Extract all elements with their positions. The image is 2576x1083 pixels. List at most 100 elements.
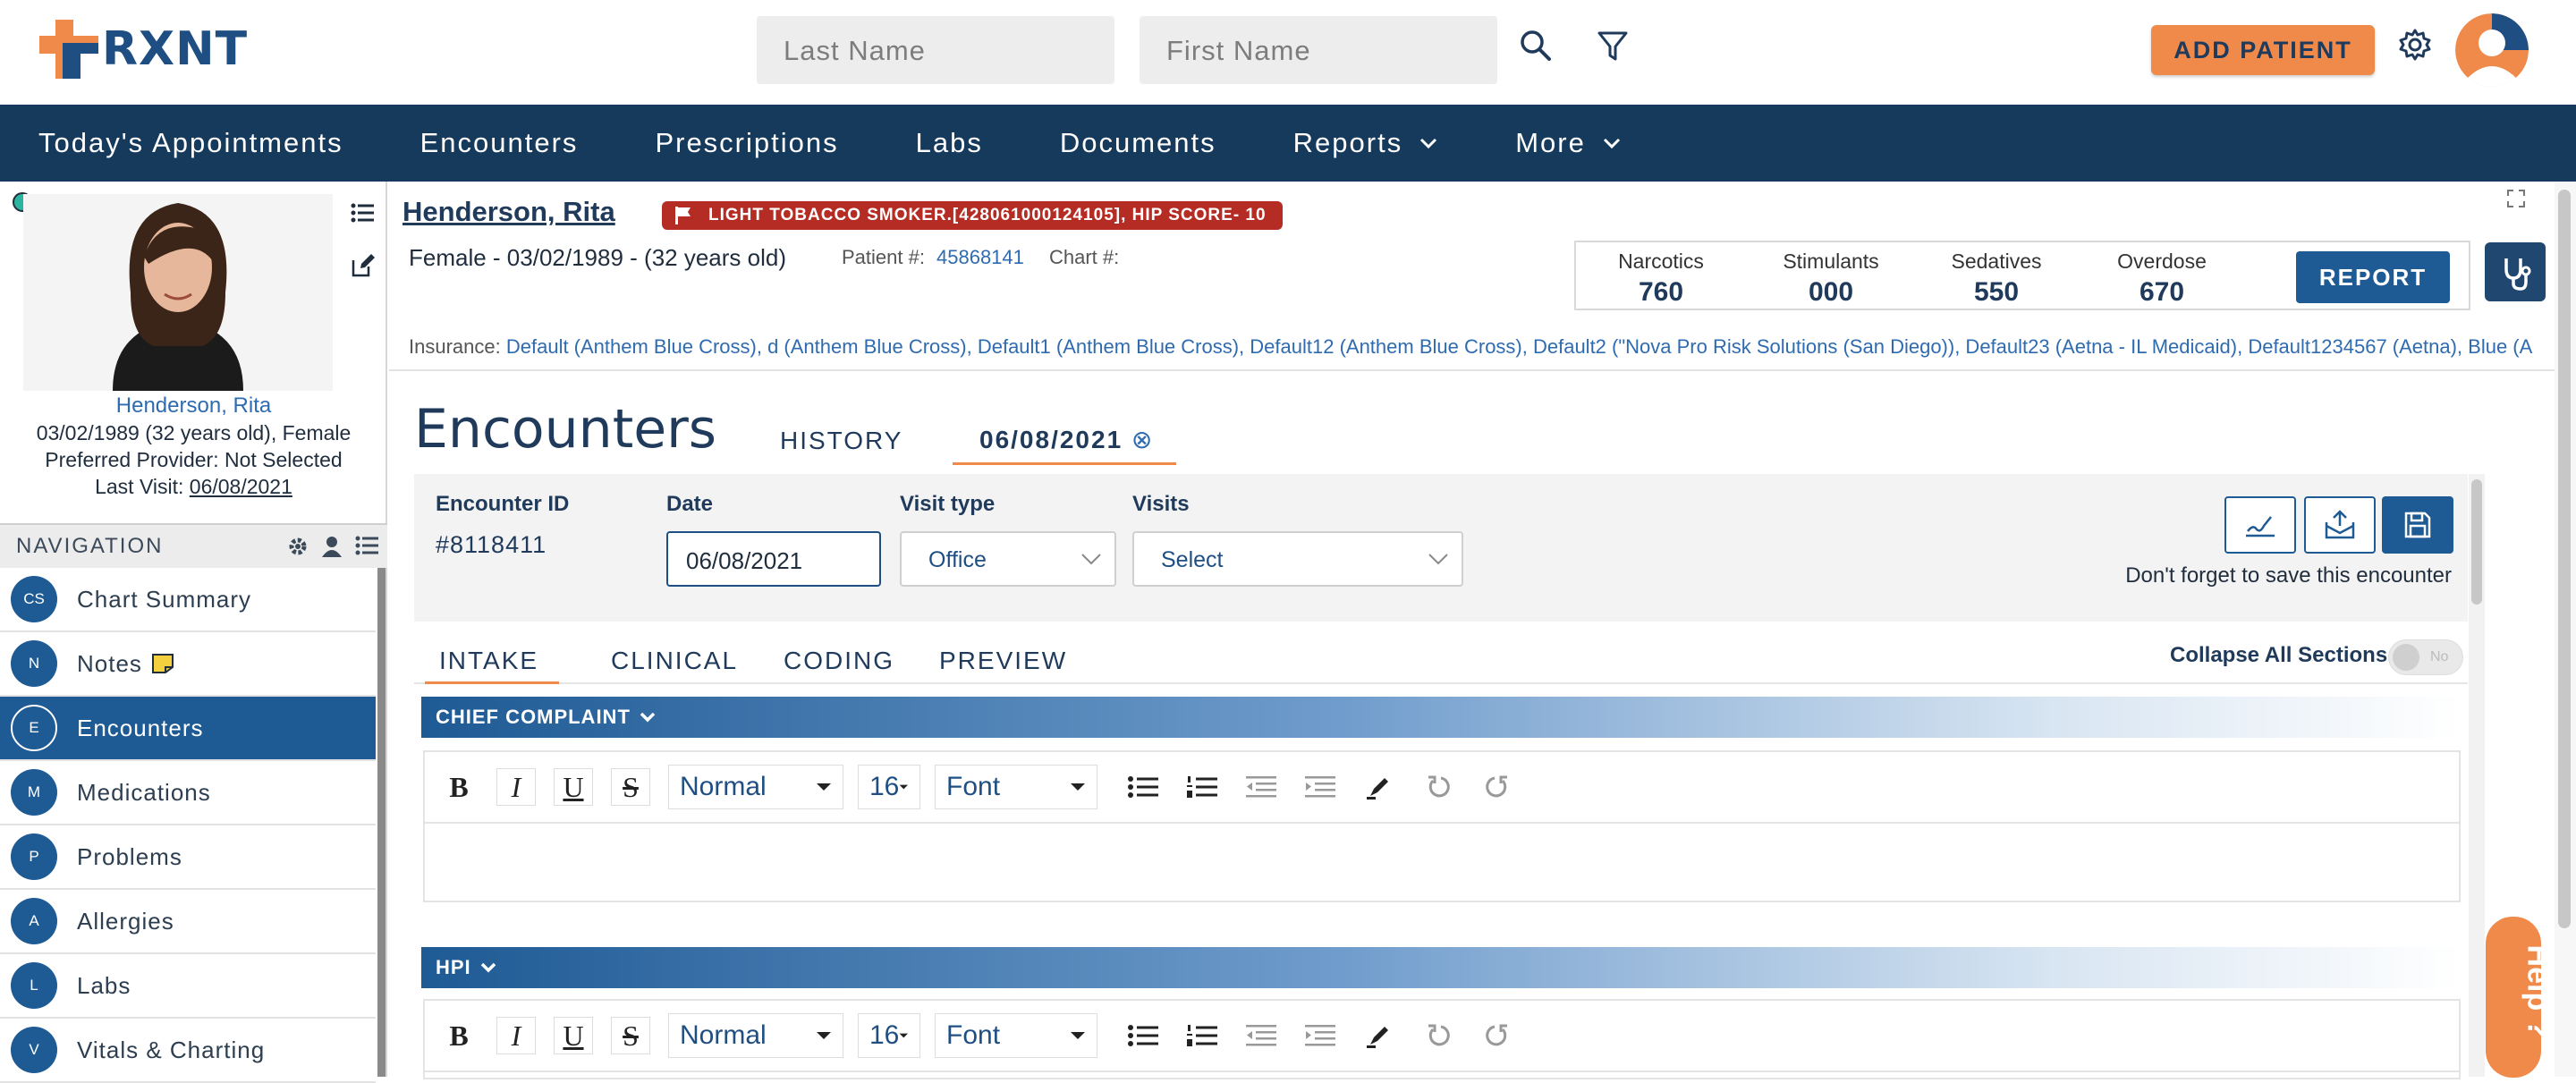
bold-button[interactable]: B bbox=[439, 1017, 479, 1054]
user-avatar[interactable] bbox=[2455, 13, 2529, 87]
sidebar-item-chart-summary[interactable]: CS Chart Summary bbox=[0, 568, 376, 632]
style-value: Normal bbox=[680, 772, 767, 801]
gear-icon[interactable] bbox=[287, 536, 309, 557]
nav-reports[interactable]: Reports bbox=[1293, 127, 1439, 159]
underline-button[interactable]: U bbox=[554, 768, 593, 806]
date-input[interactable]: 06/08/2021 bbox=[666, 531, 881, 587]
undo-icon[interactable] bbox=[1418, 1017, 1459, 1054]
bullet-list-icon[interactable] bbox=[1123, 1017, 1164, 1054]
main-navigation: Today's Appointments Encounters Prescrip… bbox=[0, 105, 2576, 182]
insurance-value[interactable]: Default (Anthem Blue Cross), d (Anthem B… bbox=[506, 335, 2532, 358]
text-color-icon[interactable] bbox=[1359, 768, 1400, 806]
font-size-select[interactable]: 16 bbox=[858, 765, 920, 809]
encounter-content: Encounters HISTORY 06/08/2021 ⊗ Encounte… bbox=[389, 371, 2545, 1079]
content-scrollbar-thumb[interactable] bbox=[2471, 479, 2482, 605]
pdmp-label: Stimulants bbox=[1783, 250, 1879, 273]
list-view-icon[interactable] bbox=[351, 203, 374, 223]
font-select[interactable]: Font bbox=[935, 1013, 1097, 1058]
help-button[interactable]: Help ? bbox=[2486, 917, 2555, 1078]
strikethrough-button[interactable]: S bbox=[611, 1017, 650, 1054]
font-size-select[interactable]: 16 bbox=[858, 1013, 920, 1058]
edit-icon[interactable] bbox=[351, 253, 376, 278]
nav-encounters[interactable]: Encounters bbox=[420, 127, 579, 159]
save-button[interactable] bbox=[2382, 496, 2453, 554]
nav-badge: CS bbox=[11, 576, 57, 622]
sidebar-item-problems[interactable]: P Problems bbox=[0, 825, 376, 890]
sidebar-item-labs[interactable]: L Labs bbox=[0, 954, 376, 1019]
tab-intake[interactable]: INTAKE bbox=[425, 647, 559, 684]
undo-icon[interactable] bbox=[1418, 768, 1459, 806]
underline-button[interactable]: U bbox=[554, 1017, 593, 1054]
hpi-header[interactable]: HPI bbox=[421, 947, 2461, 988]
outdent-icon[interactable] bbox=[1241, 1017, 1282, 1054]
outdent-icon[interactable] bbox=[1241, 768, 1282, 806]
settings-gear-icon[interactable] bbox=[2397, 27, 2433, 63]
nav-more[interactable]: More bbox=[1515, 127, 1622, 159]
collapse-all-toggle[interactable]: No bbox=[2388, 639, 2463, 675]
redo-icon[interactable] bbox=[1477, 1017, 1518, 1054]
page-scrollbar-thumb[interactable] bbox=[2558, 190, 2571, 928]
search-icon[interactable] bbox=[1519, 29, 1553, 63]
last-name-input[interactable]: Last Name bbox=[757, 16, 1114, 84]
nav-labs[interactable]: Labs bbox=[916, 127, 983, 159]
visits-value: Select bbox=[1161, 547, 1224, 572]
send-button[interactable] bbox=[2304, 496, 2376, 554]
nav-todays-appointments[interactable]: Today's Appointments bbox=[38, 127, 343, 159]
sidebar-item-notes[interactable]: N Notes bbox=[0, 632, 376, 697]
first-name-input[interactable]: First Name bbox=[1140, 16, 1497, 84]
encounter-section-tabs: INTAKE CLINICAL CODING PREVIEW Collapse … bbox=[414, 630, 2468, 684]
visits-select[interactable]: Select bbox=[1132, 531, 1463, 587]
sidebar-item-allergies[interactable]: A Allergies bbox=[0, 890, 376, 954]
chief-complaint-header[interactable]: CHIEF COMPLAINT bbox=[421, 697, 2461, 738]
bold-button[interactable]: B bbox=[439, 768, 479, 806]
italic-button[interactable]: I bbox=[496, 1017, 536, 1054]
add-patient-button[interactable]: ADD PATIENT bbox=[2151, 25, 2375, 75]
chevron-down-icon bbox=[1420, 138, 1437, 149]
nav-documents[interactable]: Documents bbox=[1060, 127, 1216, 159]
indent-icon[interactable] bbox=[1300, 1017, 1341, 1054]
stethoscope-button[interactable] bbox=[2485, 242, 2546, 301]
sidebar-item-vitals-charting[interactable]: V Vitals & Charting bbox=[0, 1019, 376, 1083]
last-visit-link[interactable]: 06/08/2021 bbox=[190, 475, 292, 498]
patient-name-link[interactable]: Henderson, Rita bbox=[402, 196, 615, 228]
expand-icon[interactable] bbox=[2506, 189, 2526, 208]
italic-button[interactable]: I bbox=[496, 768, 536, 806]
numbered-list-icon[interactable] bbox=[1182, 1017, 1223, 1054]
tab-encounter-date[interactable]: 06/08/2021 ⊗ bbox=[953, 420, 1176, 465]
numbered-list-icon[interactable] bbox=[1182, 768, 1223, 806]
bullet-list-icon[interactable] bbox=[1123, 768, 1164, 806]
tab-coding[interactable]: CODING bbox=[784, 647, 894, 675]
sidebar-item-medications[interactable]: M Medications bbox=[0, 761, 376, 825]
caret-down-icon bbox=[817, 783, 831, 791]
sidebar-item-label: Labs bbox=[77, 971, 131, 999]
size-value: 16 bbox=[869, 1020, 900, 1050]
font-select[interactable]: Font bbox=[935, 765, 1097, 809]
report-button[interactable]: REPORT bbox=[2296, 251, 2450, 303]
last-visit: Last Visit: 06/08/2021 bbox=[0, 473, 387, 500]
indent-icon[interactable] bbox=[1300, 768, 1341, 806]
text-color-icon[interactable] bbox=[1359, 1017, 1400, 1054]
patient-name-link[interactable]: Henderson, Rita bbox=[0, 393, 387, 419]
visit-type-select[interactable]: Office bbox=[900, 531, 1116, 587]
chief-complaint-editor[interactable]: B I U S Normal 16 Font bbox=[423, 750, 2461, 902]
style-select[interactable]: Normal bbox=[668, 1013, 843, 1058]
redo-icon[interactable] bbox=[1477, 768, 1518, 806]
person-icon[interactable] bbox=[321, 536, 343, 557]
filter-icon[interactable] bbox=[1597, 30, 1628, 63]
sidebar-item-encounters[interactable]: E Encounters bbox=[0, 697, 376, 761]
tab-history[interactable]: HISTORY bbox=[780, 427, 902, 455]
tab-preview[interactable]: PREVIEW bbox=[939, 647, 1067, 675]
nav-prescriptions[interactable]: Prescriptions bbox=[655, 127, 838, 159]
sidebar-scrollbar[interactable] bbox=[377, 568, 386, 1077]
style-select[interactable]: Normal bbox=[668, 765, 843, 809]
patient-flag-badge[interactable]: LIGHT TOBACCO SMOKER.[428061000124105], … bbox=[662, 201, 1283, 230]
tab-clinical[interactable]: CLINICAL bbox=[611, 647, 738, 675]
close-tab-icon[interactable]: ⊗ bbox=[1131, 426, 1154, 453]
pdmp-value: 550 bbox=[1973, 277, 2020, 307]
sign-button[interactable] bbox=[2224, 496, 2296, 554]
strikethrough-button[interactable]: S bbox=[611, 768, 650, 806]
list-icon[interactable] bbox=[355, 536, 378, 555]
rxnt-logo[interactable]: RXNT bbox=[39, 20, 248, 79]
patient-number[interactable]: 45868141 bbox=[936, 246, 1024, 269]
hpi-editor[interactable]: B I U S Normal 16 Font bbox=[423, 999, 2461, 1079]
